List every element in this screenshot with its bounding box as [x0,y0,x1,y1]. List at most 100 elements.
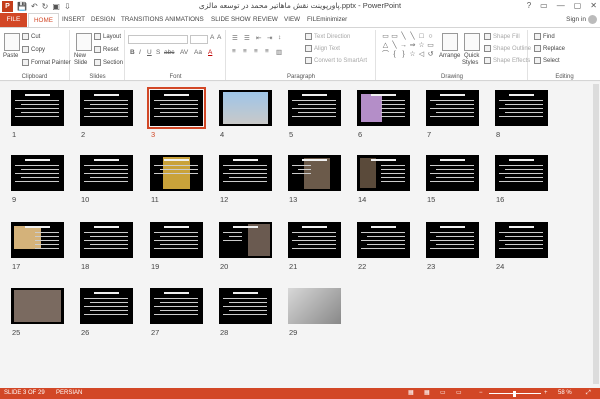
slide-thumbnail-18[interactable] [80,222,133,258]
minimize-button[interactable]: — [557,0,565,12]
reading-view-icon[interactable]: ▭ [440,388,446,399]
align-right-icon[interactable]: ≡ [254,48,258,55]
justify-icon[interactable]: ≡ [265,48,269,55]
shape-option[interactable]: ⌒ [381,50,390,59]
slide-thumbnail-11[interactable] [150,155,203,191]
shape-option[interactable]: △ [381,41,390,50]
slide-thumbnail-8[interactable] [495,90,548,126]
slide-thumbnail-1[interactable] [11,90,64,126]
line-spacing-icon[interactable]: ↕ [278,34,281,41]
shape-option[interactable]: ▭ [381,32,390,41]
shape-option[interactable]: ◁ [417,50,426,59]
slide-sorter-view-icon[interactable]: ▦ [424,388,430,399]
bullets-icon[interactable]: ☰ [232,34,238,42]
grow-font-icon[interactable]: A [210,34,214,41]
maximize-button[interactable]: ▢ [574,0,582,12]
zoom-in-button[interactable]: + [544,388,548,399]
select-button[interactable]: Select [534,57,560,64]
layout-button[interactable]: Layout [94,33,121,40]
tab-insert[interactable]: INSERT [62,15,85,25]
slide-thumbnail-21[interactable] [288,222,341,258]
align-center-icon[interactable]: ≡ [243,48,247,55]
arrange-icon[interactable] [442,33,458,51]
slide-thumbnail-20[interactable] [219,222,272,258]
new-slide-icon[interactable] [76,33,92,51]
new-slide-button[interactable]: New [74,53,86,59]
sign-in-link[interactable]: Sign in [566,16,586,23]
slide-thumbnail-22[interactable] [357,222,410,258]
slide-counter[interactable]: SLIDE 3 OF 29 [4,388,45,399]
slide-thumbnail-14[interactable] [357,155,410,191]
tab-review[interactable]: REVIEW [253,15,278,25]
new-slide-dropdown[interactable]: Slide [74,60,87,66]
italic-button[interactable]: I [139,49,141,56]
tab-view[interactable]: VIEW [284,15,300,25]
help-icon[interactable]: ? [527,0,531,12]
slide-thumbnail-9[interactable] [11,155,64,191]
tab-fileminimizer[interactable]: FILEminimizer [307,15,347,25]
align-text-button[interactable]: Align Text [305,45,340,52]
slide-thumbnail-29[interactable] [288,288,341,324]
slide-thumbnail-15[interactable] [426,155,479,191]
find-button[interactable]: Find [534,33,555,40]
slide-thumbnail-27[interactable] [150,288,203,324]
slide-thumbnail-19[interactable] [150,222,203,258]
shape-option[interactable]: ╲ [390,41,399,50]
shape-option[interactable]: ☆ [417,41,426,50]
shadow-button[interactable]: S [156,49,160,56]
slide-thumbnail-3[interactable] [147,87,206,129]
cut-button[interactable]: Cut [22,33,40,40]
font-color-button[interactable]: A [208,49,212,56]
shape-option[interactable]: ╲ [399,32,408,41]
slide-thumbnail-2[interactable] [80,90,133,126]
scrollbar-thumb[interactable] [593,84,599,384]
tab-slide-show[interactable]: SLIDE SHOW [211,15,251,25]
slide-thumbnail-17[interactable] [11,222,64,258]
columns-icon[interactable]: ▥ [276,48,282,56]
tab-design[interactable]: DESIGN [91,15,115,25]
zoom-slider-thumb[interactable] [513,391,516,397]
text-direction-button[interactable]: Text Direction [305,33,350,40]
avatar[interactable] [588,15,597,24]
shape-option[interactable]: ○ [426,32,435,41]
tab-home[interactable]: HOME [28,13,59,27]
strikethrough-button[interactable]: abc [164,49,174,56]
slide-thumbnail-26[interactable] [80,288,133,324]
vertical-scrollbar[interactable] [592,82,600,388]
paste-icon[interactable] [4,33,20,51]
shape-option[interactable]: ☆ [408,50,417,59]
shape-option[interactable]: { [390,50,399,59]
format-painter-button[interactable]: Format Painter [22,59,71,66]
slide-thumbnail-25[interactable] [11,288,64,324]
shape-option[interactable]: ↺ [426,50,435,59]
shape-option[interactable]: → [399,41,408,50]
quick-styles-button[interactable]: Quick [464,53,479,59]
shrink-font-icon[interactable]: A [217,34,221,41]
underline-button[interactable]: U [147,49,152,56]
align-left-icon[interactable]: ≡ [232,48,236,55]
slide-thumbnail-28[interactable] [219,288,272,324]
paste-button[interactable]: Paste [3,53,18,59]
slide-thumbnail-7[interactable] [426,90,479,126]
slide-thumbnail-23[interactable] [426,222,479,258]
shape-option[interactable]: ▭ [426,41,435,50]
zoom-level[interactable]: 58 % [558,388,572,399]
slide-thumbnail-4[interactable] [219,90,272,126]
slide-thumbnail-13[interactable] [288,155,341,191]
close-button[interactable]: ✕ [590,0,597,12]
slide-thumbnail-10[interactable] [80,155,133,191]
character-spacing-button[interactable]: AV [180,49,188,56]
change-case-button[interactable]: Aa [194,49,202,56]
replace-button[interactable]: Replace [534,45,565,52]
quick-styles-label[interactable]: Styles [462,60,478,66]
language-indicator[interactable]: PERSIAN [56,388,82,399]
slide-thumbnail-12[interactable] [219,155,272,191]
tab-transitions[interactable]: TRANSITIONS [121,15,163,25]
section-button[interactable]: Section [94,59,123,66]
shape-option[interactable]: □ [417,32,426,41]
shape-option[interactable]: ╲ [408,32,417,41]
shape-effects-button[interactable]: Shape Effects [484,57,530,64]
shape-outline-button[interactable]: Shape Outline [484,45,531,52]
slide-thumbnail-16[interactable] [495,155,548,191]
arrange-button[interactable]: Arrange [439,53,460,59]
